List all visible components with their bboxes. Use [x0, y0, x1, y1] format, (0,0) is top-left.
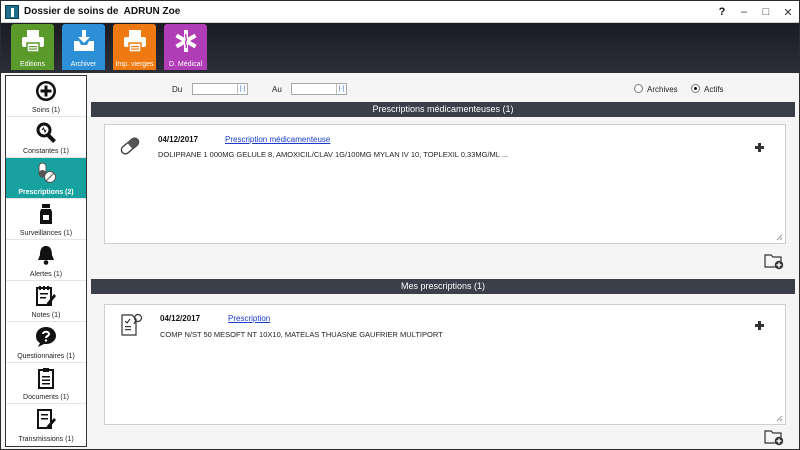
main-toolbar: Editions Archiver Imp. vierges D. Médica… — [1, 23, 799, 73]
window-title: Dossier de soins de ADRUN Zoe — [24, 6, 181, 17]
sidebar-item-constantes[interactable]: Constantes (1) — [6, 117, 86, 158]
radio-actifs-label: Actifs — [704, 85, 724, 94]
question-bubble-icon — [36, 327, 56, 347]
filter-bar: Du [·] Au [·] Archives Actifs — [91, 81, 795, 99]
medical-star-icon — [174, 30, 197, 52]
to-date-input[interactable]: [·] — [291, 83, 347, 95]
add-icon[interactable] — [755, 321, 765, 331]
prescription-date: 04/12/2017 — [160, 314, 201, 323]
archiver-label: Archiver — [70, 61, 97, 68]
sidebar-item-label: Alertes (1) — [29, 271, 63, 278]
notepad-icon — [36, 286, 56, 306]
window-controls: ? – □ ✕ — [711, 1, 799, 23]
sidebar-item-notes[interactable]: Notes (1) — [6, 281, 86, 322]
archive-tray-icon — [73, 30, 94, 51]
radio-actifs[interactable] — [691, 84, 700, 93]
plus-circle-icon — [36, 81, 56, 101]
main-content: Du [·] Au [·] Archives Actifs Prescripti… — [91, 75, 795, 447]
app-logo-icon — [5, 4, 19, 19]
printer-icon — [21, 30, 44, 53]
calendar-icon[interactable]: [·] — [237, 84, 247, 94]
capsule-icon — [120, 137, 140, 155]
folder-add-icon[interactable] — [764, 252, 784, 270]
sidebar-item-transmissions[interactable]: Transmissions (1) — [6, 404, 86, 445]
pills-icon — [38, 162, 56, 183]
section-header-medicamenteuses: Prescriptions médicamenteuses (1) — [91, 102, 795, 117]
sidebar-item-documents[interactable]: Documents (1) — [6, 363, 86, 404]
minimize-button[interactable]: – — [733, 1, 755, 23]
editions-label: Editions — [20, 61, 45, 68]
maximize-button[interactable]: □ — [755, 1, 777, 23]
sidebar-item-label: Surveillances (1) — [19, 230, 73, 237]
imp-vierges-button[interactable]: Imp. vierges — [113, 24, 156, 70]
folder-add-icon[interactable] — [764, 428, 784, 446]
sidebar-item-label: Constantes (1) — [23, 148, 69, 155]
to-date-label: Au — [272, 85, 282, 94]
radio-archives-label: Archives — [647, 85, 678, 94]
printer-icon — [123, 30, 146, 53]
editions-button[interactable]: Editions — [11, 24, 54, 70]
archiver-button[interactable]: Archiver — [62, 24, 105, 70]
resize-grip-icon[interactable] — [775, 233, 783, 241]
sidebar-item-label: Transmissions (1) — [18, 436, 74, 443]
magnifier-icon — [36, 122, 56, 143]
prescription-date: 04/12/2017 — [158, 135, 199, 144]
bell-icon — [38, 246, 54, 265]
close-button[interactable]: ✕ — [777, 1, 799, 23]
sidebar: Soins (1) Constantes (1) Prescriptions (… — [5, 75, 87, 447]
add-icon[interactable] — [755, 143, 765, 153]
title-bar: Dossier de soins de ADRUN Zoe ? – □ ✕ — [1, 1, 799, 23]
sidebar-item-questionnaires[interactable]: Questionnaires (1) — [6, 322, 86, 363]
prescription-summary: COMP N/ST 50 MESOFT NT 10X10, MATELAS TH… — [160, 330, 443, 339]
bottle-icon — [40, 204, 52, 224]
prescription-card: 04/12/2017 Prescription médicamenteuse D… — [104, 124, 786, 244]
section-header-mes-prescriptions: Mes prescriptions (1) — [91, 279, 795, 294]
prescription-form-icon — [121, 313, 143, 336]
sidebar-item-surveillances[interactable]: Surveillances (1) — [6, 199, 86, 240]
help-button[interactable]: ? — [711, 1, 733, 23]
from-date-label: Du — [172, 85, 183, 94]
d-medical-button[interactable]: D. Médical — [164, 24, 207, 70]
edit-document-icon — [37, 409, 56, 429]
radio-archives[interactable] — [634, 84, 643, 93]
d-medical-label: D. Médical — [168, 61, 203, 68]
calendar-icon[interactable]: [·] — [336, 84, 346, 94]
app-window: Dossier de soins de ADRUN Zoe ? – □ ✕ Ed… — [0, 0, 800, 450]
prescription-link[interactable]: Prescription — [228, 314, 270, 323]
sidebar-item-soins[interactable]: Soins (1) — [6, 76, 86, 117]
sidebar-item-label: Notes (1) — [31, 312, 61, 319]
sidebar-item-alertes[interactable]: Alertes (1) — [6, 240, 86, 281]
sidebar-item-label: Soins (1) — [31, 107, 60, 114]
sidebar-item-label: Documents (1) — [23, 394, 69, 401]
sidebar-item-label: Prescriptions (2) — [18, 189, 74, 196]
resize-grip-icon[interactable] — [775, 414, 783, 422]
sidebar-item-label: Questionnaires (1) — [17, 353, 75, 360]
prescription-summary: DOLIPRANE 1 000MG GELULE 8, AMOXICIL/CLA… — [158, 150, 509, 159]
from-date-input[interactable]: [·] — [192, 83, 248, 95]
imp-vierges-label: Imp. vierges — [115, 61, 154, 68]
prescription-link[interactable]: Prescription médicamenteuse — [225, 135, 330, 144]
clipboard-icon — [38, 368, 54, 389]
prescription-card: 04/12/2017 Prescription COMP N/ST 50 MES… — [104, 304, 786, 425]
sidebar-item-prescriptions[interactable]: Prescriptions (2) — [6, 158, 86, 199]
